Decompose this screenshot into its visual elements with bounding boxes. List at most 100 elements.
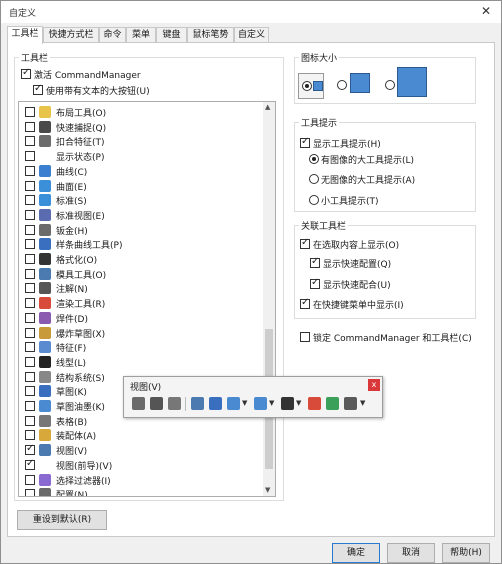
toolbar-checkbox[interactable] xyxy=(25,443,35,456)
list-item[interactable]: 曲线(C) xyxy=(19,164,264,178)
toolbar-checkbox[interactable] xyxy=(25,458,35,470)
toolbar-checkbox[interactable] xyxy=(25,136,35,147)
scroll-down-icon[interactable]: ▼ xyxy=(265,486,270,494)
toolbar-checkbox[interactable] xyxy=(25,195,35,206)
toolbar-checkbox[interactable] xyxy=(25,107,35,117)
toolbar-checkbox[interactable] xyxy=(25,327,35,338)
view-settings-dropdown-icon[interactable]: ▼ xyxy=(360,399,365,407)
toolbar-checkbox[interactable] xyxy=(25,209,35,220)
previous-view-icon[interactable] xyxy=(132,397,145,410)
list-item[interactable]: 标准视图(E) xyxy=(19,208,264,222)
toolbar-item-label: 扣合特征(T) xyxy=(56,138,105,149)
list-item[interactable]: 焊件(D) xyxy=(19,311,264,325)
tooltip-large-image-radio[interactable] xyxy=(309,154,319,164)
lock-cm-checkbox[interactable] xyxy=(300,332,310,342)
tab-keyboard[interactable]: 键盘 xyxy=(156,27,187,43)
list-item[interactable]: 模具工具(O) xyxy=(19,267,264,281)
show-in-shortcut-checkbox[interactable] xyxy=(300,297,310,309)
toolbar-checkbox[interactable] xyxy=(25,180,35,191)
list-item[interactable]: 配置(N) xyxy=(19,487,264,496)
list-item[interactable]: 布局工具(O) xyxy=(19,105,264,119)
toolbar-checkbox[interactable] xyxy=(25,298,35,309)
list-item[interactable]: 爆炸草图(X) xyxy=(19,326,264,340)
list-item[interactable]: 扣合特征(T) xyxy=(19,134,264,148)
tab-customization[interactable]: 自定义 xyxy=(234,27,269,43)
toolbar-checkbox[interactable] xyxy=(25,386,35,397)
hide-show-dropdown-icon[interactable]: ▼ xyxy=(296,399,301,407)
large-text-checkbox[interactable] xyxy=(33,83,43,95)
toolbar-checkbox[interactable] xyxy=(25,151,35,162)
toolbar-checkbox[interactable] xyxy=(25,401,35,411)
toolbar-item-label: 装配体(A) xyxy=(56,432,97,443)
icon-size-large-radio[interactable] xyxy=(385,80,395,90)
display-style-dropdown-icon[interactable]: ▼ xyxy=(269,399,274,407)
hide-show-items-icon[interactable] xyxy=(281,397,294,410)
list-item[interactable]: 注解(N) xyxy=(19,281,264,295)
scroll-up-icon[interactable]: ▲ xyxy=(265,103,270,111)
toolbar-checkbox[interactable] xyxy=(25,312,35,323)
toolbar-checkbox[interactable] xyxy=(25,254,35,264)
cancel-button[interactable]: 取消 xyxy=(387,543,435,563)
list-item[interactable]: 线型(L) xyxy=(19,355,264,369)
toolbar-checkbox[interactable] xyxy=(25,224,35,235)
view-orientation-icon[interactable] xyxy=(227,397,240,410)
list-item[interactable]: 视图(V) xyxy=(19,443,264,457)
show-in-selection-checkbox[interactable] xyxy=(300,237,310,249)
list-item[interactable]: 特征(F) xyxy=(19,340,264,354)
toolbar-checkbox[interactable] xyxy=(25,283,35,294)
quick-config-checkbox[interactable] xyxy=(310,256,320,268)
list-item[interactable]: 渲染工具(R) xyxy=(19,296,264,310)
list-item[interactable]: 样条曲线工具(P) xyxy=(19,237,264,251)
view-orientation-dropdown-icon[interactable]: ▼ xyxy=(242,399,247,407)
list-item[interactable]: 曲面(E) xyxy=(19,179,264,193)
toolbar-checkbox[interactable] xyxy=(25,489,35,496)
list-item[interactable]: 格式化(O) xyxy=(19,252,264,266)
zoom-fit-icon[interactable] xyxy=(150,397,163,410)
list-item[interactable]: 装配体(A) xyxy=(19,428,264,442)
toolbar-checkbox[interactable] xyxy=(25,371,35,382)
display-style-icon[interactable] xyxy=(254,397,267,410)
list-item[interactable]: 钣金(H) xyxy=(19,223,264,237)
reset-default-button[interactable]: 重设到默认(R) xyxy=(17,510,107,530)
close-icon[interactable]: ✕ xyxy=(481,4,491,18)
toolbar-close-icon[interactable]: x xyxy=(368,379,380,391)
help-button[interactable]: 帮助(H) xyxy=(442,543,490,563)
tab-toolbars[interactable]: 工具栏 xyxy=(7,26,43,44)
toolbar-checkbox[interactable] xyxy=(25,415,35,426)
zoom-area-icon[interactable] xyxy=(168,397,181,410)
apply-scene-icon[interactable] xyxy=(326,397,339,410)
list-item[interactable]: 快速捕捉(Q) xyxy=(19,120,264,134)
toolbar-checkbox[interactable] xyxy=(25,121,35,132)
activate-cm-checkbox[interactable] xyxy=(21,67,31,79)
edit-appearance-icon[interactable] xyxy=(308,397,321,410)
tooltip-small-radio[interactable] xyxy=(309,195,319,205)
toolbar-checkbox[interactable] xyxy=(25,268,35,279)
list-item[interactable]: 视图(前导)(V) xyxy=(19,458,264,472)
toolbar-checkbox[interactable] xyxy=(25,239,35,250)
icon-size-small-radio[interactable] xyxy=(302,81,312,91)
view-settings-icon[interactable] xyxy=(344,397,357,410)
list-item[interactable]: 标准(S) xyxy=(19,193,264,207)
dynamic-annotation-icon[interactable] xyxy=(209,397,222,410)
quick-mate-checkbox[interactable] xyxy=(310,277,320,289)
toolbar-checkbox[interactable] xyxy=(25,356,35,367)
ok-button[interactable]: 确定 xyxy=(332,543,380,563)
tab-shortcut-bar[interactable]: 快捷方式栏 xyxy=(43,27,99,43)
tooltip-large-noimage-radio[interactable] xyxy=(309,174,319,184)
list-scrollbar[interactable]: ▲ ▼ xyxy=(263,102,275,496)
tab-commands[interactable]: 命令 xyxy=(99,27,126,43)
toolbar-list[interactable]: ▲ ▼ 布局工具(O) 快速捕捉(Q) 扣合特征(T) 显示状态(P) 曲线(C) 曲面(… xyxy=(18,101,276,497)
show-tooltips-checkbox[interactable] xyxy=(300,136,310,148)
toolbar-checkbox[interactable] xyxy=(25,342,35,353)
icon-size-medium-radio[interactable] xyxy=(337,80,347,90)
list-item[interactable]: 显示状态(P) xyxy=(19,149,264,163)
tab-mouse-gestures[interactable]: 鼠标笔势 xyxy=(187,27,234,43)
list-item[interactable]: 选择过滤器(I) xyxy=(19,473,264,487)
toolbar-checkbox[interactable] xyxy=(25,430,35,441)
view-toolbar[interactable]: 视图(V) x ▼ ▼ ▼ ▼ xyxy=(123,376,383,418)
toolbar-checkbox[interactable] xyxy=(25,474,35,485)
toolbar-checkbox[interactable] xyxy=(25,165,35,176)
icon-size-small-box[interactable] xyxy=(298,73,324,99)
tab-menus[interactable]: 菜单 xyxy=(126,27,156,43)
section-view-icon[interactable] xyxy=(191,397,204,410)
